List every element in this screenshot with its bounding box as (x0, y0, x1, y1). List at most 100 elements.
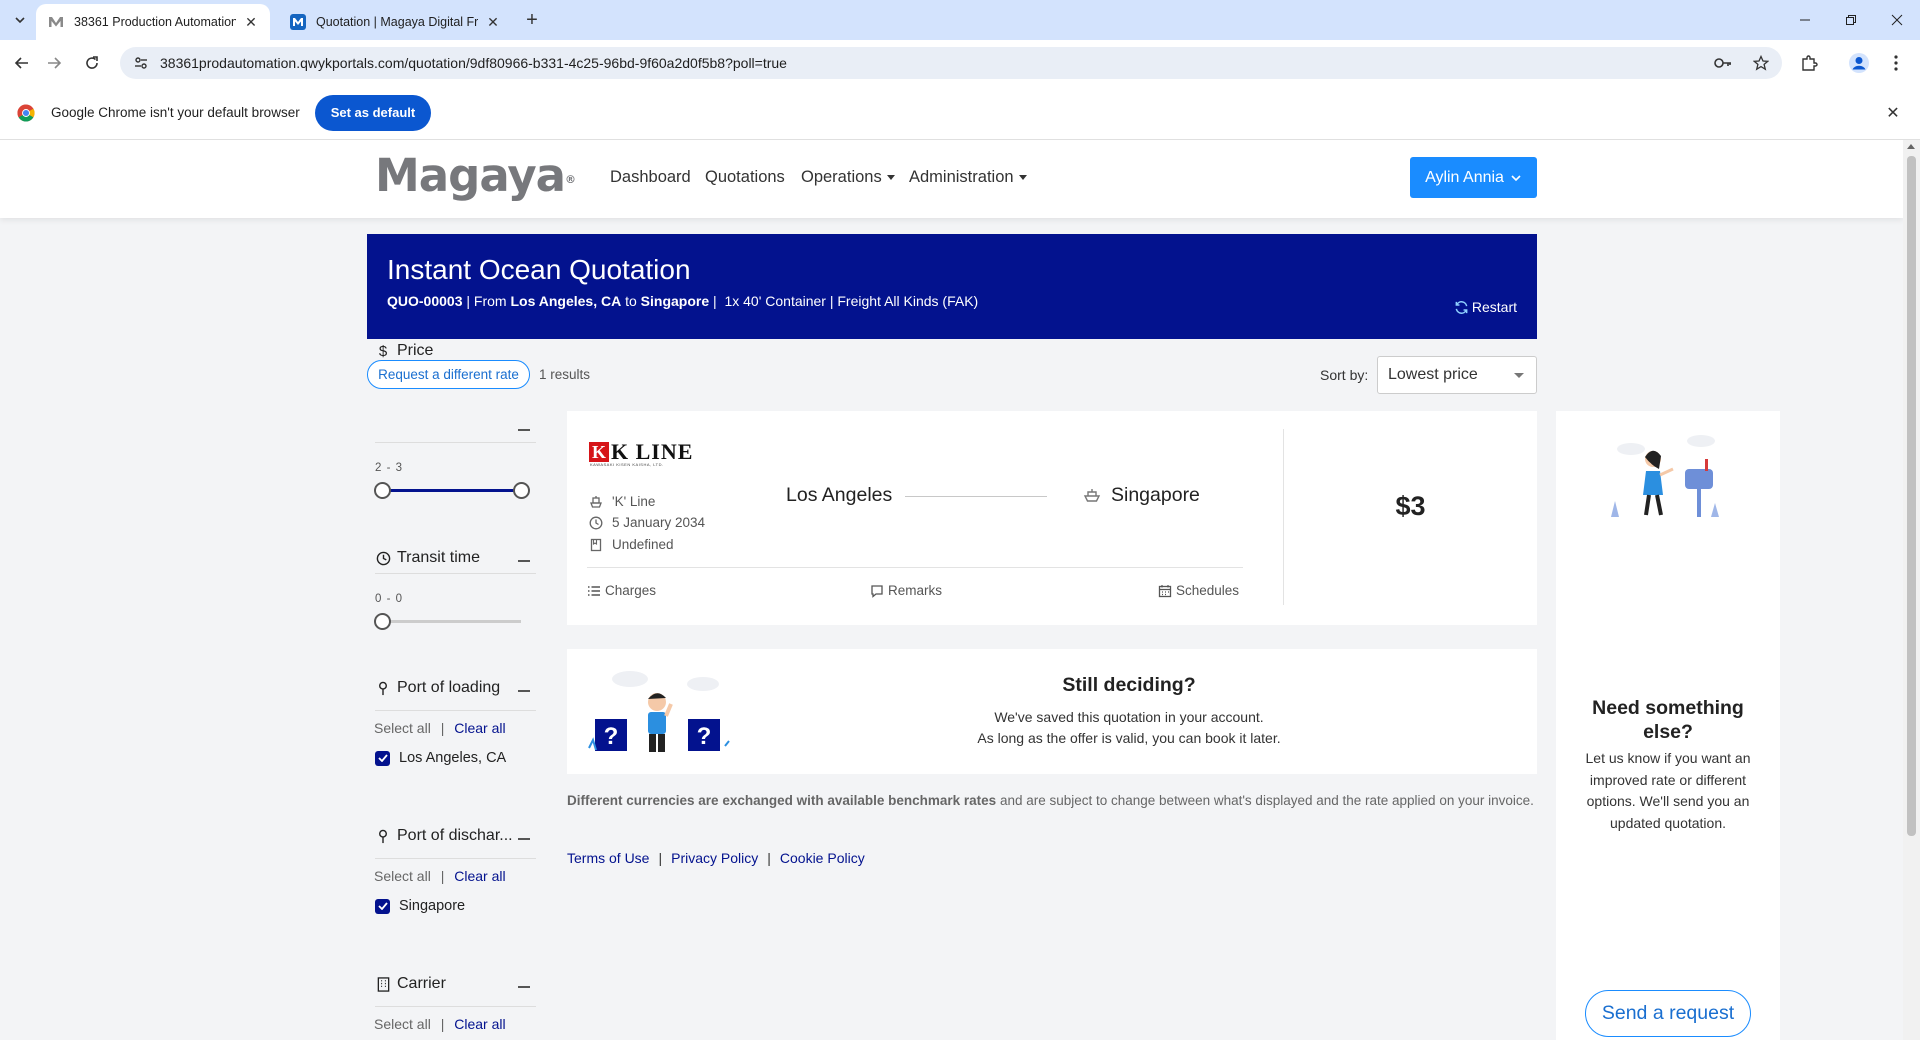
reload-button[interactable] (78, 49, 106, 77)
filter-discharge-header[interactable]: Port of dischar... (375, 827, 513, 845)
cookie-link[interactable]: Cookie Policy (780, 850, 865, 866)
scroll-up-arrow-icon[interactable] (1907, 144, 1915, 149)
divider (587, 567, 1243, 568)
infobar-close-icon[interactable]: ✕ (1882, 102, 1904, 124)
svg-text:?: ? (697, 723, 712, 750)
divider (375, 1006, 536, 1007)
password-key-icon[interactable] (1714, 54, 1732, 72)
origin: Los Angeles, CA (510, 293, 622, 309)
nav-dashboard[interactable]: Dashboard (610, 168, 691, 187)
rate-result-card[interactable]: K K LINE KAWASAKI KISEN KAISHA, LTD. 'K'… (567, 411, 1537, 625)
price-range-label: 2 - 3 (375, 462, 404, 474)
nav-administration[interactable]: Administration (909, 168, 1027, 187)
select-all-link[interactable]: Select all (374, 720, 431, 736)
forward-button[interactable] (40, 49, 68, 77)
terms-link[interactable]: Terms of Use (567, 850, 649, 866)
slider-handle[interactable] (374, 613, 391, 630)
divider (375, 442, 536, 443)
calendar-icon (1158, 584, 1172, 597)
profile-button[interactable] (1845, 49, 1873, 77)
filter-loading-header[interactable]: Port of loading (375, 679, 500, 697)
confused-person-illustration: ? ? (588, 671, 730, 752)
address-bar[interactable]: 38361prodautomation.qwykportals.com/quot… (120, 47, 1782, 79)
loading-select-row: Select all | Clear all (374, 720, 506, 736)
discharge-checkbox[interactable]: Singapore (375, 898, 465, 914)
nav-operations[interactable]: Operations (801, 168, 895, 187)
restart-button[interactable]: Restart (1454, 299, 1517, 315)
charges-link[interactable]: Charges (587, 583, 656, 598)
profile-avatar-icon (1849, 53, 1869, 73)
clear-all-link[interactable]: Clear all (454, 720, 505, 736)
filter-carrier-header[interactable]: Carrier (375, 975, 446, 993)
need-something-else-panel: Need something else? Let us know if you … (1556, 411, 1780, 1040)
departure-date-row: 5 January 2034 (589, 515, 705, 530)
filter-transit-header[interactable]: Transit time (375, 549, 480, 567)
slider-track (382, 620, 521, 623)
route-origin: Los Angeles (786, 484, 893, 506)
sort-select[interactable]: Lowest price (1377, 356, 1537, 394)
privacy-link[interactable]: Privacy Policy (671, 850, 758, 866)
slider-handle-min[interactable] (373, 482, 391, 499)
extensions-button[interactable] (1795, 49, 1823, 77)
user-menu-button[interactable]: Aylin Annia (1410, 157, 1537, 198)
select-all-link[interactable]: Select all (374, 1016, 431, 1032)
remarks-link[interactable]: Remarks (870, 583, 942, 598)
need-something-else-title: Need something else? (1592, 697, 1744, 743)
bookmark-star-icon[interactable] (1752, 54, 1770, 72)
chrome-menu-button[interactable] (1882, 49, 1910, 77)
filter-price-title: Price (397, 342, 434, 359)
departure-date: 5 January 2034 (612, 515, 706, 530)
slider-fill (382, 489, 521, 492)
ship-icon (1083, 489, 1101, 502)
close-window-button[interactable] (1874, 0, 1920, 40)
chevron-down-icon (15, 17, 25, 24)
loading-checkbox[interactable]: Los Angeles, CA (375, 750, 506, 766)
disclaimer-bold: Different currencies are exchanged with … (567, 793, 997, 808)
tab-close-icon[interactable]: ✕ (484, 13, 502, 31)
puzzle-icon (1802, 55, 1818, 71)
browser-tab-active[interactable]: 38361 Production Automation ✕ (36, 4, 270, 40)
still-deciding-title: Still deciding? (1062, 674, 1196, 696)
magaya-favicon-icon (49, 17, 63, 27)
schedules-link[interactable]: Schedules (1158, 583, 1239, 598)
filter-price-header[interactable]: $ Price (375, 342, 434, 360)
filter-loading-title: Port of loading (397, 679, 501, 696)
send-request-button[interactable]: Send a request (1585, 990, 1751, 1037)
minimize-button[interactable] (1782, 0, 1828, 40)
nav-quotations[interactable]: Quotations (705, 168, 785, 187)
collapse-minus-icon[interactable] (518, 429, 530, 431)
remarks-label: Remarks (888, 583, 943, 598)
back-button[interactable] (8, 49, 36, 77)
site-settings-icon[interactable] (132, 54, 150, 72)
divider (375, 573, 536, 574)
more-vertical-icon (1894, 55, 1898, 71)
dollar-icon: $ (378, 342, 388, 360)
clear-all-link[interactable]: Clear all (454, 868, 505, 884)
kline-mark-icon: K (589, 442, 609, 462)
quotation-banner: Instant Ocean Quotation QUO-00003 | From… (367, 234, 1537, 339)
select-all-link[interactable]: Select all (374, 868, 431, 884)
rate-price[interactable]: $3 (1284, 491, 1537, 522)
tab-search-button[interactable] (8, 8, 32, 32)
page-scrollbar[interactable] (1903, 140, 1920, 1040)
scrollbar-thumb[interactable] (1907, 156, 1916, 836)
tab-close-icon[interactable]: ✕ (242, 13, 260, 31)
collapse-minus-icon[interactable] (518, 838, 530, 840)
clock-icon (589, 516, 603, 529)
restore-button[interactable] (1828, 0, 1874, 40)
arrow-left-icon (14, 57, 28, 69)
new-tab-button[interactable]: + (520, 8, 544, 32)
browser-tab[interactable]: Quotation | Magaya Digital Fre ✕ (278, 4, 512, 40)
collapse-minus-icon[interactable] (518, 560, 530, 562)
shipment-details: | 1x 40' Container | Freight All Kinds (… (713, 293, 979, 309)
magaya-logo[interactable]: Magaya® (375, 153, 576, 198)
request-different-rate-button[interactable]: Request a different rate (367, 360, 530, 389)
collapse-minus-icon[interactable] (518, 690, 530, 692)
clear-all-link[interactable]: Clear all (454, 1016, 505, 1032)
slider-handle-max[interactable] (512, 482, 530, 499)
bookmark-icon (590, 538, 602, 551)
tab-title: 38361 Production Automation (74, 15, 236, 29)
collapse-minus-icon[interactable] (518, 986, 530, 988)
filter-carrier-title: Carrier (397, 975, 446, 992)
set-default-button[interactable]: Set as default (314, 94, 432, 131)
